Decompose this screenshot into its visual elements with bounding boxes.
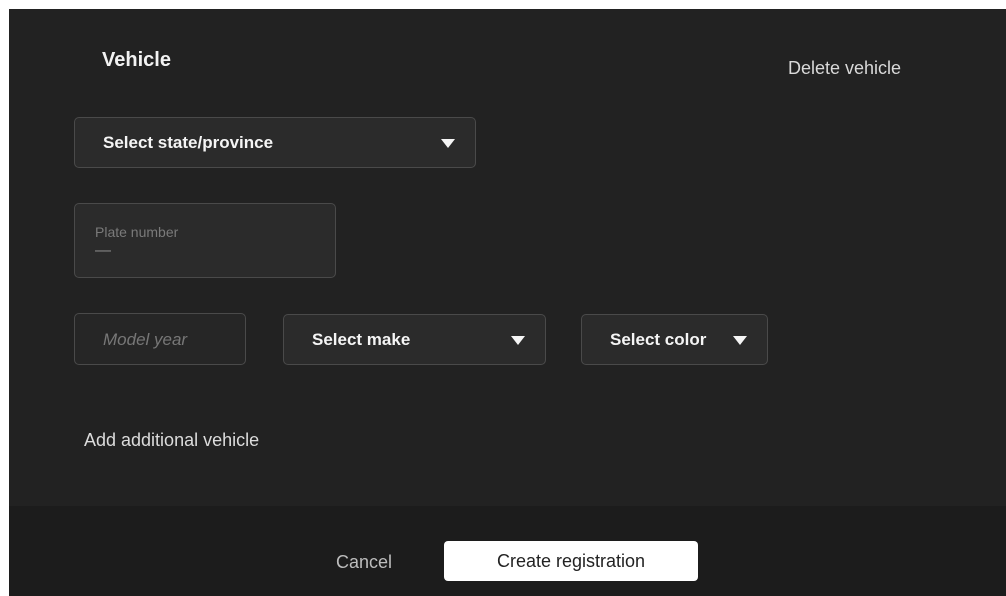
- cancel-button[interactable]: Cancel: [319, 552, 409, 572]
- plate-number-label: Plate number: [95, 224, 179, 240]
- chevron-down-icon: [733, 336, 747, 345]
- plate-number-field[interactable]: Plate number —: [74, 203, 336, 278]
- create-registration-button[interactable]: Create registration: [444, 541, 698, 581]
- chevron-down-icon: [511, 336, 525, 345]
- state-province-select[interactable]: Select state/province: [74, 117, 476, 168]
- plate-number-value: —: [95, 242, 111, 259]
- chevron-down-icon: [441, 139, 455, 148]
- dialog-footer: Cancel Create registration: [9, 506, 1006, 596]
- model-year-placeholder: Model year: [103, 330, 188, 349]
- model-year-input[interactable]: Model year: [74, 313, 246, 365]
- make-select-label: Select make: [312, 330, 411, 349]
- add-additional-vehicle-link[interactable]: Add additional vehicle: [84, 430, 259, 450]
- state-province-select-label: Select state/province: [103, 133, 274, 152]
- make-select[interactable]: Select make: [283, 314, 546, 365]
- color-select-label: Select color: [610, 330, 707, 349]
- color-select[interactable]: Select color: [581, 314, 768, 365]
- delete-vehicle-link[interactable]: Delete vehicle: [788, 58, 901, 78]
- vehicle-section-title: Vehicle: [102, 49, 171, 71]
- vehicle-dialog: Vehicle Delete vehicle Select state/prov…: [9, 9, 1006, 596]
